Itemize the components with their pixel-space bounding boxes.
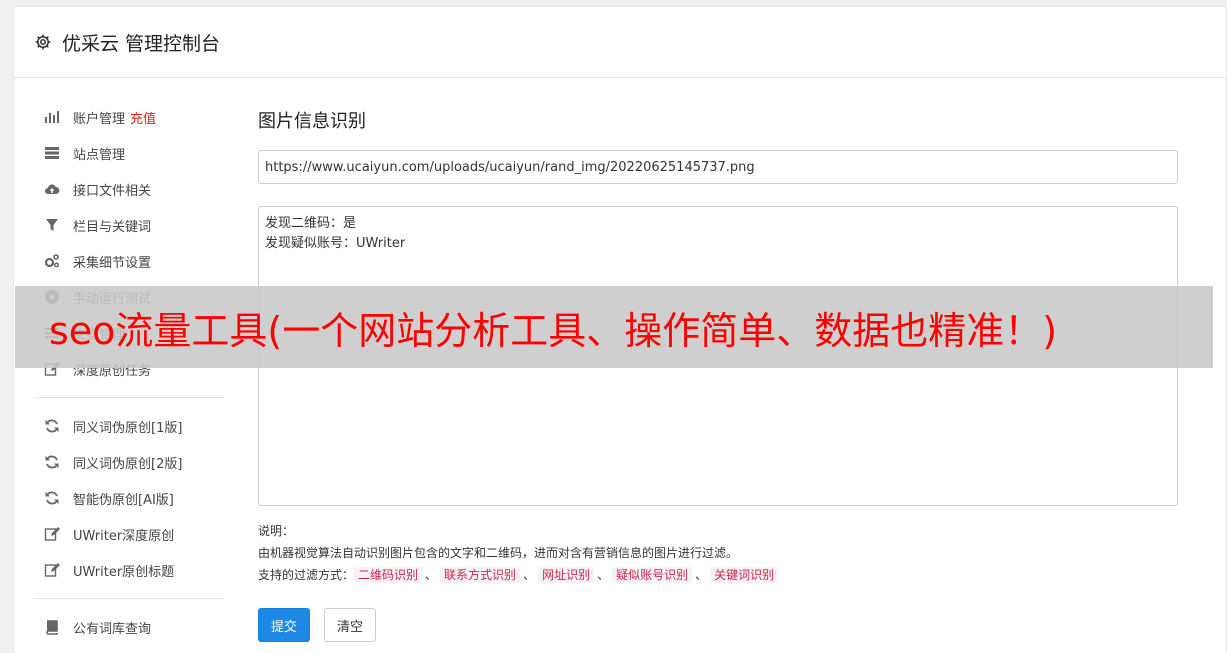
- recharge-link[interactable]: 充值: [130, 108, 156, 127]
- refresh-icon: [44, 490, 60, 506]
- sidebar-divider: [34, 598, 224, 599]
- notes-description: 由机器视觉算法自动识别图片包含的文字和二维码，进而对含有营销信息的图片进行过滤。: [258, 546, 739, 560]
- filter-separator: 、: [597, 568, 610, 582]
- clear-button[interactable]: 清空: [324, 608, 377, 642]
- filter-tag: 二维码识别: [354, 567, 423, 583]
- edit-icon: [44, 562, 60, 578]
- book-icon: [44, 619, 60, 635]
- refresh-icon: [44, 454, 60, 470]
- section-title: 图片信息识别: [258, 111, 366, 132]
- sidebar-item-label: 站点管理: [73, 147, 126, 163]
- filter-separator: 、: [523, 568, 536, 582]
- sidebar-item-label: UWriter深度原创: [73, 528, 175, 544]
- main-panel: 图片信息识别 发现二维码：是 发现疑似账号：UWriter 说明： 由机器视觉算…: [258, 107, 1178, 642]
- edit-icon: [44, 526, 60, 542]
- filter-separator: 、: [695, 568, 708, 582]
- bar-chart-icon: [44, 109, 60, 125]
- filter-tag: 联系方式识别: [440, 567, 521, 583]
- cloud-upload-icon: [44, 181, 60, 197]
- sidebar-item[interactable]: 智能伪原创[AI版]: [34, 480, 224, 516]
- sidebar-item-label: 同义词伪原创[1版]: [73, 420, 183, 436]
- sidebar-item[interactable]: 站点管理: [34, 135, 224, 171]
- sidebar-item-label: 栏目与关键词: [73, 219, 152, 235]
- notes: 说明： 由机器视觉算法自动识别图片包含的文字和二维码，进而对含有营销信息的图片进…: [258, 520, 1178, 586]
- result-line: 发现二维码：是: [265, 216, 357, 231]
- sidebar-item-label: 智能伪原创[AI版]: [73, 492, 174, 508]
- image-url-input[interactable]: [258, 150, 1178, 184]
- sidebar-item[interactable]: 同义词伪原创[2版]: [34, 444, 224, 480]
- sidebar-item-label: 公有词库查询: [73, 621, 152, 637]
- sidebar-item[interactable]: UWriter原创标题: [34, 552, 224, 588]
- sidebar: 账户管理充值站点管理接口文件相关栏目与关键词采集细节设置手动运行测试文章管理深度…: [34, 99, 224, 645]
- filter-icon: [44, 217, 60, 233]
- overlay-banner: seo流量工具(一个网站分析工具、操作简单、数据也精准！): [15, 286, 1213, 368]
- sidebar-item-label: 接口文件相关: [73, 183, 152, 199]
- sidebar-item-label: UWriter原创标题: [73, 564, 175, 580]
- sidebar-item[interactable]: UWriter深度原创: [34, 516, 224, 552]
- page-title: 优采云 管理控制台: [62, 32, 221, 55]
- gear-icon: [34, 33, 52, 51]
- sidebar-divider: [34, 397, 224, 398]
- filters-label: 支持的过滤方式：: [258, 568, 355, 582]
- gears-icon: [44, 253, 60, 269]
- sidebar-item-label: 采集细节设置: [73, 255, 152, 271]
- refresh-icon: [44, 418, 60, 434]
- sidebar-item[interactable]: 接口文件相关: [34, 171, 224, 207]
- result-line: 发现疑似账号：UWriter: [265, 236, 406, 251]
- banner-text: seo流量工具(一个网站分析工具、操作简单、数据也精准！): [49, 308, 1058, 353]
- sidebar-item[interactable]: 栏目与关键词: [34, 207, 224, 243]
- header: 优采云 管理控制台: [14, 7, 1226, 78]
- submit-button[interactable]: 提交: [258, 608, 311, 642]
- sidebar-item[interactable]: 同义词伪原创[1版]: [34, 408, 224, 444]
- sidebar-item[interactable]: 账户管理 充值: [34, 99, 224, 135]
- server-icon: [44, 145, 60, 161]
- sidebar-item[interactable]: 公有词库查询: [34, 609, 224, 645]
- filter-tag: 疑似账号识别: [612, 567, 693, 583]
- filter-separator: 、: [425, 568, 438, 582]
- sidebar-item-label: 同义词伪原创[2版]: [73, 456, 183, 472]
- filter-tag: 关键词识别: [710, 567, 779, 583]
- notes-label: 说明：: [258, 524, 295, 538]
- filter-tag: 网址识别: [538, 567, 595, 583]
- sidebar-item[interactable]: 采集细节设置: [34, 243, 224, 279]
- button-row: 提交 清空: [258, 608, 1178, 642]
- sidebar-item-label: 账户管理: [73, 111, 126, 127]
- filters-line: 支持的过滤方式： 二维码识别、联系方式识别、网址识别、疑似账号识别、关键词识别: [258, 564, 1178, 586]
